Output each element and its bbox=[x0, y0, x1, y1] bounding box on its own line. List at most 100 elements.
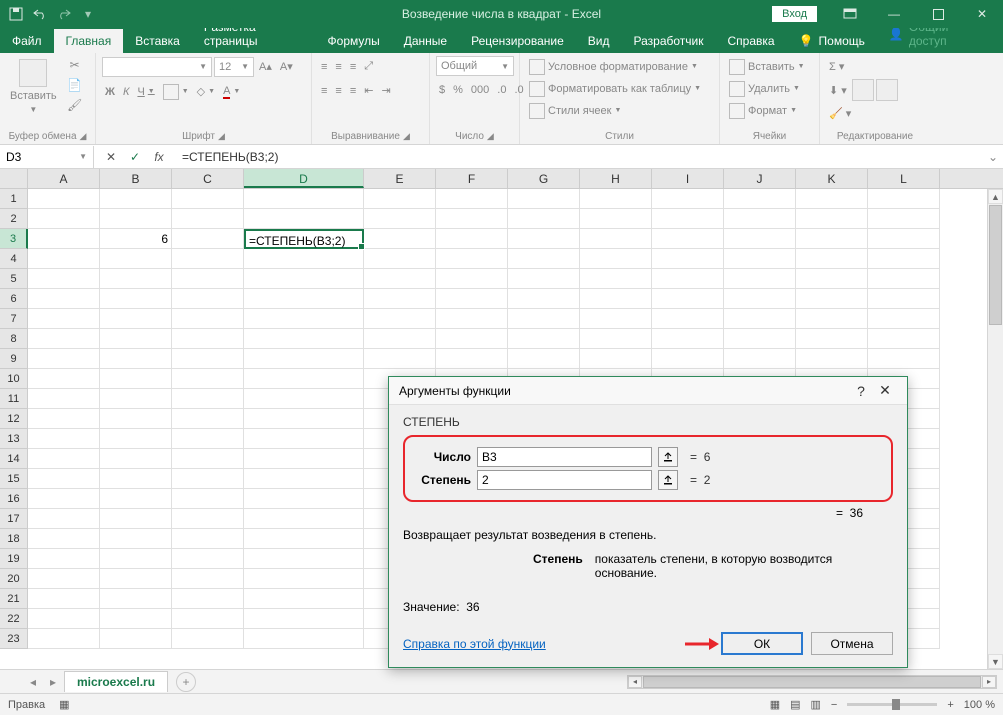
tab-review[interactable]: Рецензирование bbox=[459, 29, 576, 53]
cell[interactable]: 6 bbox=[100, 229, 172, 249]
cell[interactable] bbox=[724, 349, 796, 369]
clear-icon[interactable]: 🧹 ▾ bbox=[826, 103, 854, 124]
cell[interactable] bbox=[364, 349, 436, 369]
cell[interactable] bbox=[28, 509, 100, 529]
cell[interactable] bbox=[100, 409, 172, 429]
fill-color-button[interactable]: ◇▼ bbox=[194, 81, 218, 102]
align-left-icon[interactable]: ≡ bbox=[318, 80, 330, 101]
cell[interactable] bbox=[652, 189, 724, 209]
zoom-value[interactable]: 100 % bbox=[964, 699, 995, 711]
cell[interactable] bbox=[28, 389, 100, 409]
cell[interactable] bbox=[100, 489, 172, 509]
cell[interactable] bbox=[172, 269, 244, 289]
font-name-combo[interactable]: ▼ bbox=[102, 57, 212, 77]
cell[interactable] bbox=[868, 209, 940, 229]
row-header[interactable]: 15 bbox=[0, 469, 28, 489]
row-header[interactable]: 11 bbox=[0, 389, 28, 409]
row-header[interactable]: 22 bbox=[0, 609, 28, 629]
cell[interactable] bbox=[172, 329, 244, 349]
cell[interactable] bbox=[100, 609, 172, 629]
increase-font-icon[interactable]: A▴ bbox=[256, 56, 275, 77]
cell[interactable] bbox=[28, 269, 100, 289]
cell[interactable] bbox=[28, 529, 100, 549]
cell[interactable] bbox=[796, 349, 868, 369]
cell[interactable] bbox=[436, 349, 508, 369]
expand-formula-bar-icon[interactable]: ⌄ bbox=[983, 150, 1003, 164]
col-header-C[interactable]: C bbox=[172, 169, 244, 188]
zoom-slider[interactable] bbox=[847, 703, 937, 706]
login-button[interactable]: Вход bbox=[772, 6, 817, 22]
help-icon[interactable]: ? bbox=[849, 381, 873, 401]
col-header-J[interactable]: J bbox=[724, 169, 796, 188]
cell[interactable] bbox=[172, 489, 244, 509]
macro-record-icon[interactable]: ▦ bbox=[59, 698, 69, 711]
cell[interactable] bbox=[724, 269, 796, 289]
row-header[interactable]: 21 bbox=[0, 589, 28, 609]
close-icon[interactable]: ✕ bbox=[873, 381, 897, 401]
select-all-corner[interactable] bbox=[0, 169, 28, 188]
number-format-combo[interactable]: Общий▼ bbox=[436, 56, 514, 76]
formula-bar[interactable]: =СТЕПЕНЬ(B3;2) bbox=[176, 150, 983, 164]
tell-me[interactable]: 💡Помощь bbox=[787, 29, 877, 53]
cell[interactable] bbox=[364, 249, 436, 269]
cell[interactable] bbox=[436, 309, 508, 329]
delete-cells-button[interactable]: Удалить▼ bbox=[726, 78, 803, 99]
row-header[interactable]: 18 bbox=[0, 529, 28, 549]
cell[interactable] bbox=[28, 309, 100, 329]
function-help-link[interactable]: Справка по этой функции bbox=[403, 637, 546, 651]
cell[interactable] bbox=[436, 209, 508, 229]
cell[interactable] bbox=[244, 309, 364, 329]
prev-sheet-icon[interactable]: ◂ bbox=[24, 673, 42, 691]
dialog-title-bar[interactable]: Аргументы функции ? ✕ bbox=[389, 377, 907, 405]
col-header-D[interactable]: D bbox=[244, 169, 364, 188]
cell[interactable] bbox=[580, 349, 652, 369]
cell[interactable] bbox=[652, 329, 724, 349]
cell[interactable] bbox=[436, 289, 508, 309]
cell[interactable] bbox=[28, 469, 100, 489]
row-header[interactable]: 12 bbox=[0, 409, 28, 429]
row-header[interactable]: 2 bbox=[0, 209, 28, 229]
horizontal-scrollbar[interactable]: ◂ ▸ bbox=[627, 675, 997, 689]
cell[interactable] bbox=[364, 269, 436, 289]
bold-button[interactable]: Ж bbox=[102, 81, 118, 102]
autosum-icon[interactable]: Σ ▾ bbox=[826, 56, 847, 77]
cell[interactable] bbox=[508, 269, 580, 289]
cell[interactable] bbox=[652, 289, 724, 309]
cell[interactable] bbox=[28, 229, 100, 249]
cell[interactable] bbox=[100, 589, 172, 609]
minimize-icon[interactable]: — bbox=[873, 0, 915, 28]
cell[interactable] bbox=[172, 309, 244, 329]
row-header[interactable]: 13 bbox=[0, 429, 28, 449]
cell[interactable] bbox=[172, 589, 244, 609]
currency-icon[interactable]: $ bbox=[436, 79, 448, 100]
cell[interactable] bbox=[244, 409, 364, 429]
cell[interactable] bbox=[172, 209, 244, 229]
scroll-up-icon[interactable]: ▲ bbox=[988, 189, 1003, 204]
cell[interactable] bbox=[508, 189, 580, 209]
tab-view[interactable]: Вид bbox=[576, 29, 622, 53]
cell[interactable] bbox=[172, 569, 244, 589]
format-as-table-button[interactable]: Форматировать как таблицу▼ bbox=[526, 78, 704, 99]
conditional-formatting-button[interactable]: Условное форматирование▼ bbox=[526, 56, 701, 77]
cell[interactable] bbox=[436, 249, 508, 269]
row-header[interactable]: 5 bbox=[0, 269, 28, 289]
cell[interactable] bbox=[364, 329, 436, 349]
cell[interactable] bbox=[580, 329, 652, 349]
cell[interactable] bbox=[172, 289, 244, 309]
cell[interactable] bbox=[172, 409, 244, 429]
cell[interactable] bbox=[244, 609, 364, 629]
row-header[interactable]: 8 bbox=[0, 329, 28, 349]
cell[interactable] bbox=[28, 629, 100, 649]
indent-inc-icon[interactable]: ⇥ bbox=[378, 80, 393, 101]
cell[interactable] bbox=[868, 269, 940, 289]
cell[interactable] bbox=[652, 229, 724, 249]
cell[interactable] bbox=[100, 469, 172, 489]
cell[interactable] bbox=[364, 189, 436, 209]
cell[interactable] bbox=[796, 329, 868, 349]
dialog-launcher-icon[interactable]: ◢ bbox=[487, 131, 494, 142]
cell[interactable] bbox=[244, 429, 364, 449]
cell[interactable] bbox=[244, 489, 364, 509]
tab-home[interactable]: Главная bbox=[54, 29, 124, 53]
cell[interactable] bbox=[652, 349, 724, 369]
cell[interactable] bbox=[580, 249, 652, 269]
